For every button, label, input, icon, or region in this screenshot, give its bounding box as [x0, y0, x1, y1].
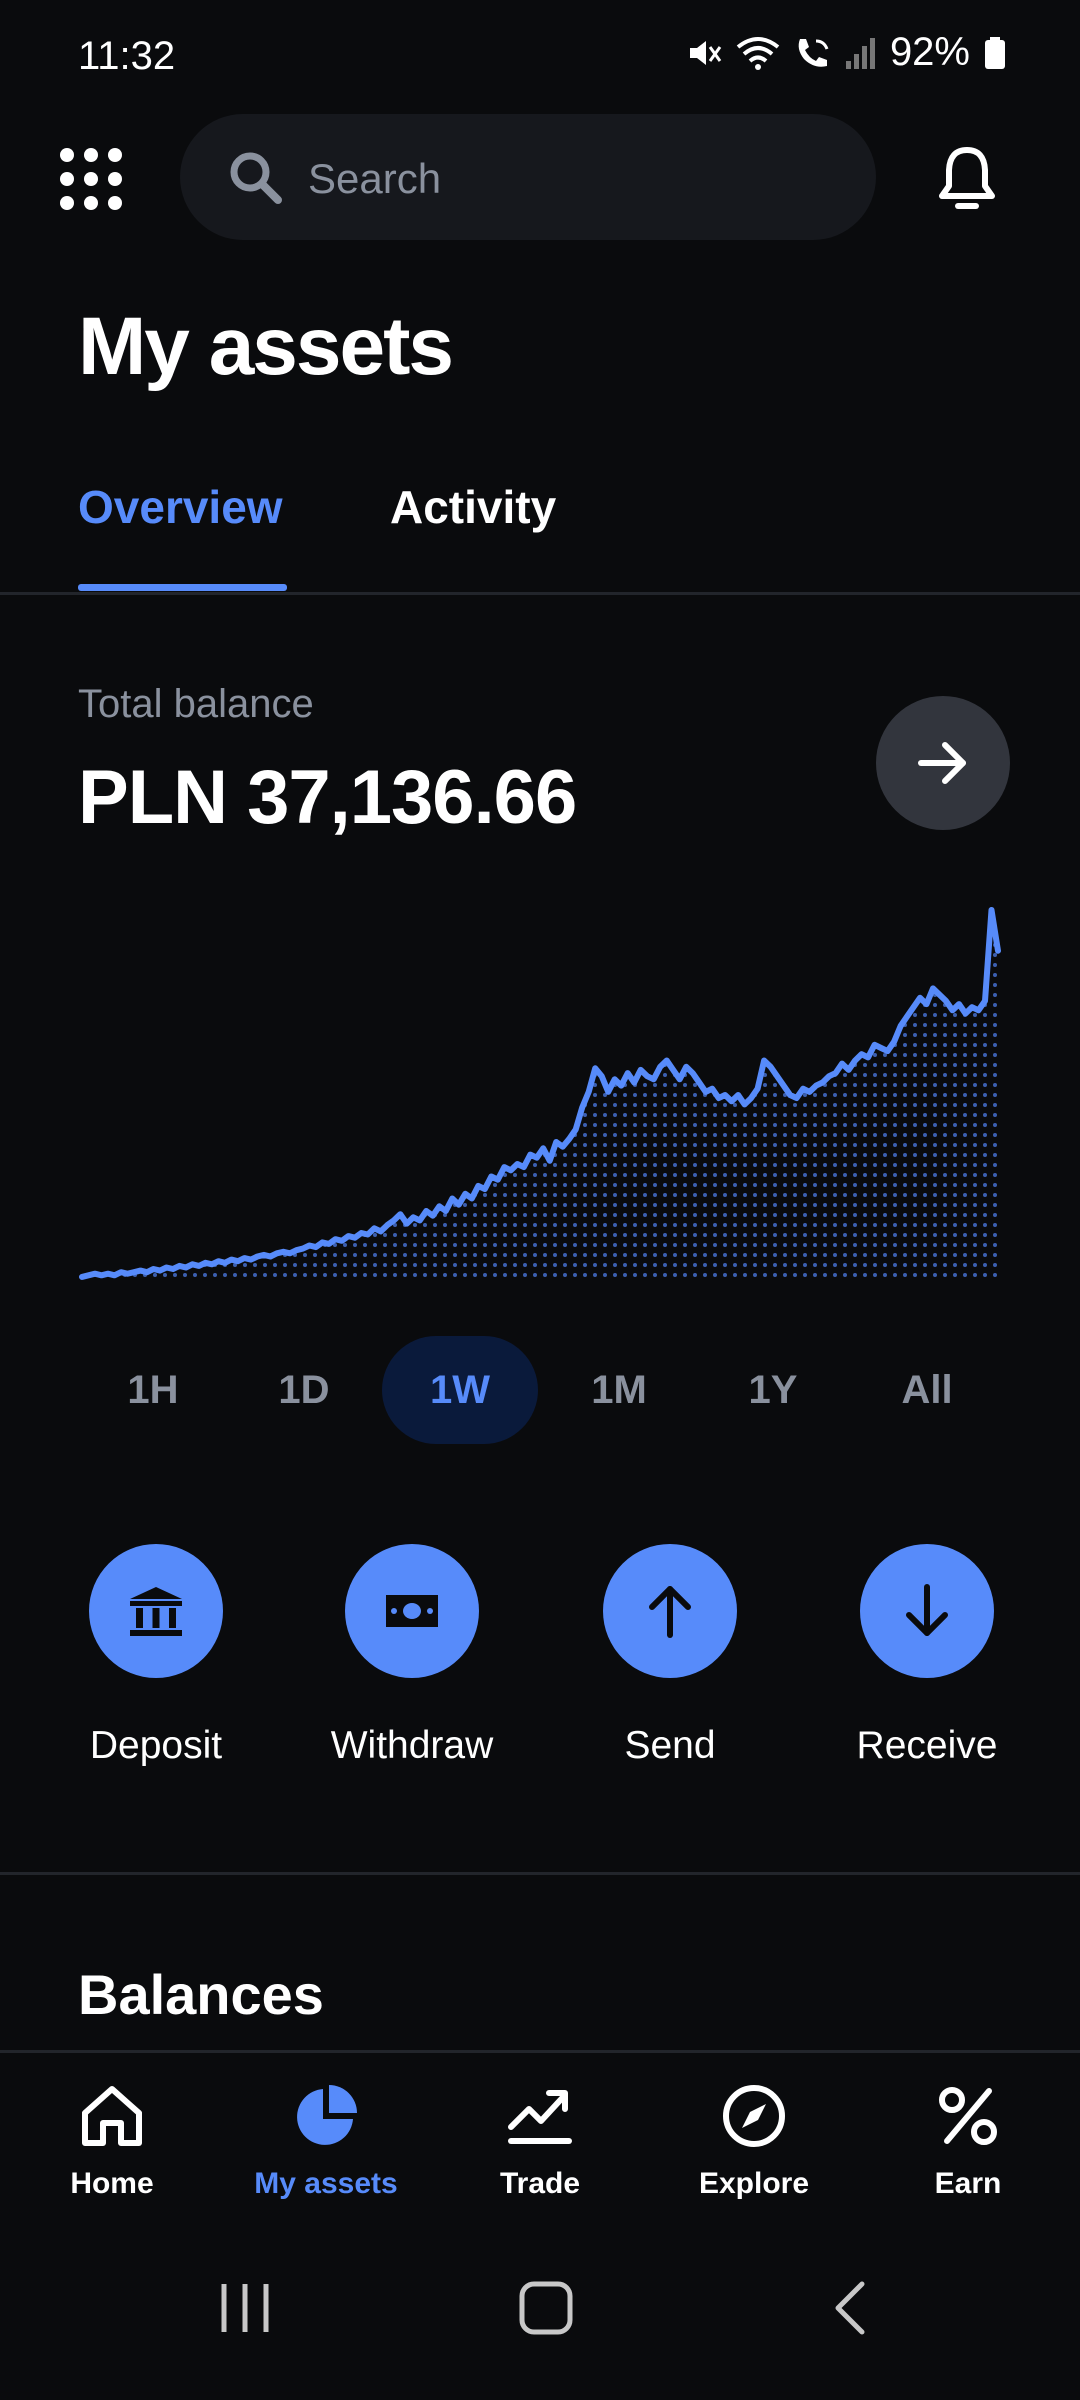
receive-circle	[860, 1544, 994, 1678]
nav-explore-label: Explore	[698, 2167, 810, 2200]
balance-label: Total balance	[78, 682, 314, 726]
nav-trade-label: Trade	[499, 2167, 581, 2200]
balance-chart[interactable]	[0, 900, 1080, 1300]
trend-icon	[508, 2090, 572, 2144]
battery-percentage: 92%	[889, 30, 970, 74]
tab-divider	[0, 592, 1080, 595]
tab-activity[interactable]: Activity	[390, 480, 556, 534]
bank-icon	[130, 1587, 182, 1636]
range-1y[interactable]: 1Y	[695, 1336, 851, 1444]
status-bar: 11:32 92%	[0, 0, 1080, 120]
system-nav-bar	[0, 2230, 1080, 2400]
receive-button[interactable]: Receive	[817, 1544, 1037, 1774]
receive-label: Receive	[856, 1724, 998, 1767]
page-title: My assets	[78, 301, 454, 392]
nav-my-assets[interactable]: My assets	[218, 2083, 434, 2223]
send-button[interactable]: Send	[560, 1544, 780, 1774]
tab-overview[interactable]: Overview	[78, 480, 283, 534]
compass-icon	[723, 2085, 785, 2147]
nav-explore[interactable]: Explore	[646, 2083, 862, 2223]
search-icon	[230, 152, 282, 204]
balances-heading: Balances	[78, 1963, 324, 2026]
grid-dot	[60, 172, 74, 186]
cash-icon	[386, 1595, 438, 1627]
grid-dot	[108, 148, 122, 162]
status-icons: 92%	[686, 30, 1006, 75]
grid-dot	[60, 196, 74, 210]
arrow-up-icon	[649, 1586, 691, 1638]
range-all[interactable]: All	[849, 1336, 1005, 1444]
status-time: 11:32	[78, 34, 176, 78]
bell-icon[interactable]	[938, 146, 996, 212]
balance-details-button[interactable]	[876, 696, 1010, 830]
menu-grid-button[interactable]	[60, 148, 122, 210]
withdraw-button[interactable]: Withdraw	[302, 1544, 522, 1774]
grid-dot	[84, 196, 98, 210]
nav-my-assets-label: My assets	[254, 2167, 398, 2200]
search-placeholder: Search	[308, 155, 442, 202]
range-1w[interactable]: 1W	[382, 1336, 538, 1444]
nav-earn-label: Earn	[934, 2167, 1002, 2200]
grid-dot	[60, 148, 74, 162]
range-1m[interactable]: 1M	[541, 1336, 697, 1444]
nav-trade[interactable]: Trade	[432, 2083, 648, 2223]
section-divider	[0, 1872, 1080, 1875]
nav-earn[interactable]: Earn	[860, 2083, 1076, 2223]
grid-dot	[108, 172, 122, 186]
deposit-button[interactable]: Deposit	[46, 1544, 266, 1774]
pie-chart-icon	[297, 2085, 357, 2145]
signal-icon	[845, 37, 875, 69]
send-label: Send	[624, 1724, 716, 1767]
deposit-label: Deposit	[89, 1724, 223, 1767]
nav-home[interactable]: Home	[4, 2083, 220, 2223]
wifi-call-icon	[798, 38, 829, 67]
search-input[interactable]: Search	[180, 114, 876, 240]
recents-icon[interactable]	[218, 2280, 272, 2336]
arrow-down-icon	[906, 1584, 948, 1636]
range-1d[interactable]: 1D	[226, 1336, 382, 1444]
time-range-selector: 1H 1D 1W 1M 1Y All	[0, 1336, 1080, 1446]
balance-value: PLN 37,136.66	[78, 755, 577, 840]
deposit-circle	[89, 1544, 223, 1678]
mute-icon	[689, 40, 722, 65]
send-circle	[603, 1544, 737, 1678]
home-icon	[82, 2086, 142, 2146]
bottom-nav: Home My assets Trade Explore Earn	[0, 2050, 1080, 2230]
arrow-right-icon	[918, 742, 966, 784]
chart-area	[82, 910, 998, 1280]
percent-icon	[939, 2087, 997, 2145]
withdraw-circle	[345, 1544, 479, 1678]
nav-home-label: Home	[70, 2167, 154, 2200]
back-icon[interactable]	[830, 2280, 870, 2336]
range-1h[interactable]: 1H	[75, 1336, 231, 1444]
grid-dot	[108, 196, 122, 210]
wifi-icon	[736, 36, 780, 70]
home-square-icon[interactable]	[518, 2280, 574, 2336]
grid-dot	[84, 172, 98, 186]
battery-icon	[985, 36, 1005, 69]
withdraw-label: Withdraw	[330, 1724, 494, 1767]
grid-dot	[84, 148, 98, 162]
tab-indicator	[78, 584, 287, 591]
